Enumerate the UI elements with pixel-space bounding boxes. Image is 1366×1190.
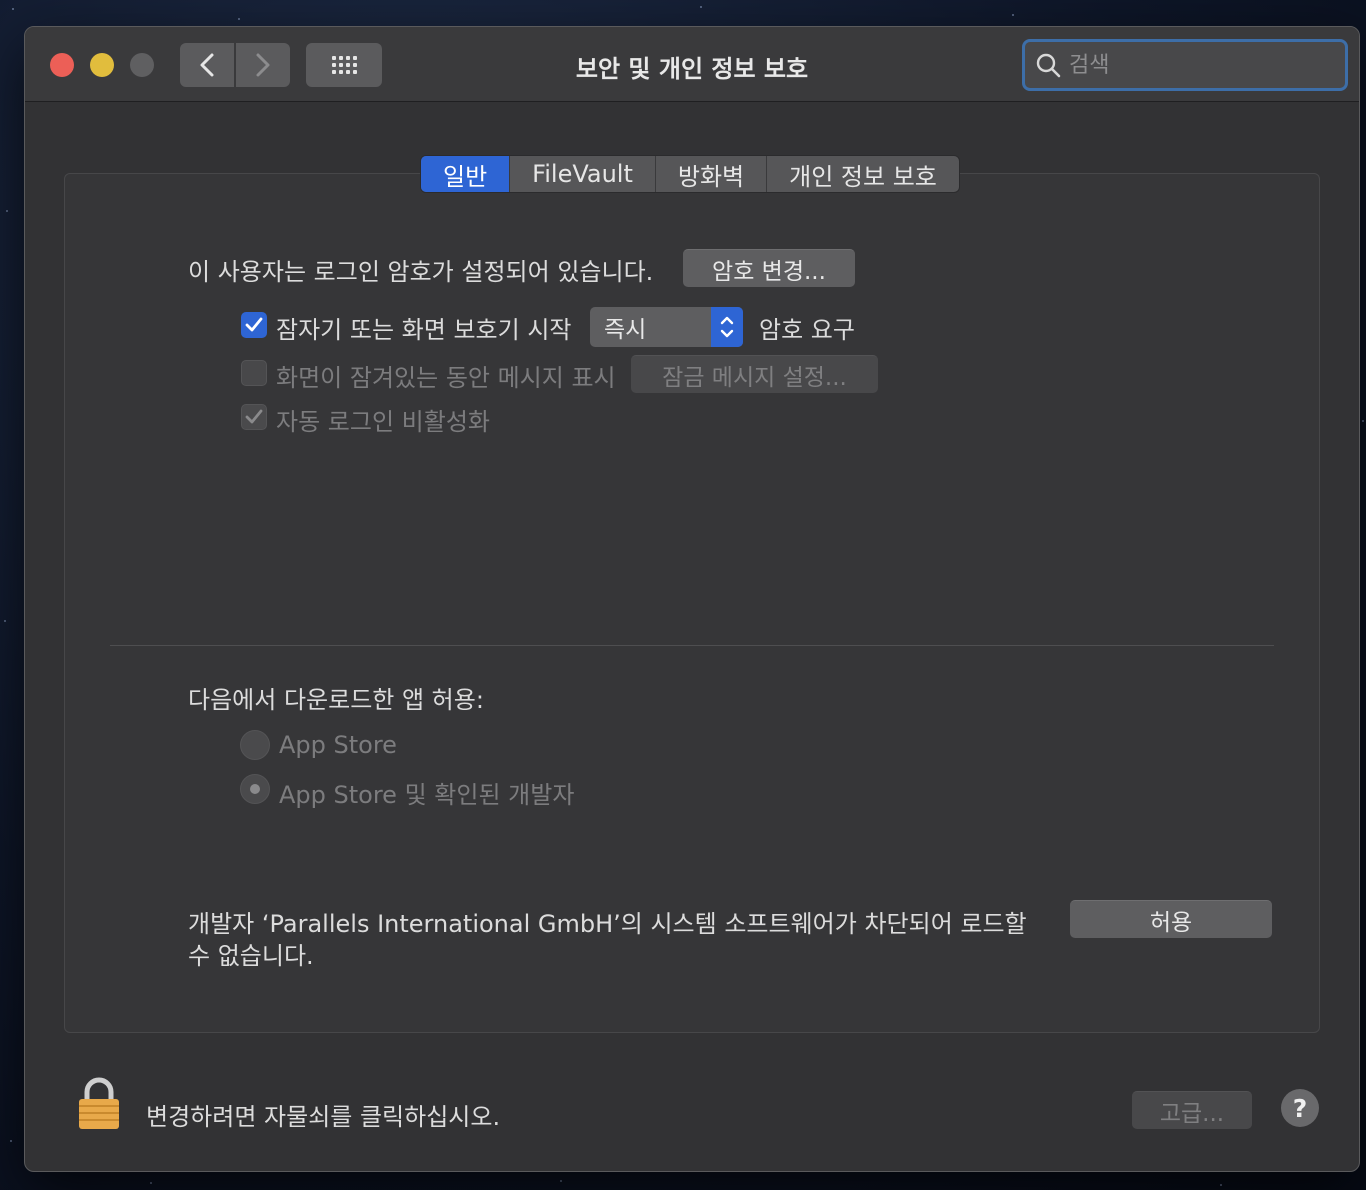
tab-general[interactable]: 일반 — [421, 156, 511, 192]
show-message-checkbox[interactable] — [241, 360, 267, 386]
set-lock-message-button[interactable]: 잠금 메시지 설정... — [631, 355, 878, 393]
system-preferences-window: 보안 및 개인 정보 보호 일반 FileVault 방화벽 개인 정보 보호 … — [24, 26, 1360, 1172]
tab-bar: 일반 FileVault 방화벽 개인 정보 보호 — [420, 155, 960, 193]
require-password-suffix: 암호 요구 — [759, 316, 855, 344]
radio-dot — [250, 784, 260, 794]
require-password-delay-select[interactable]: 즉시 — [590, 307, 743, 347]
radio-app-store[interactable] — [240, 730, 270, 760]
tab-filevault[interactable]: FileVault — [510, 156, 656, 192]
downloads-heading: 다음에서 다운로드한 앱 허용: — [188, 686, 484, 714]
radio-app-store-identified-label: App Store 및 확인된 개발자 — [279, 781, 575, 809]
blocked-software-message-cont: 수 없습니다. — [188, 942, 314, 970]
blocked-software-message: 개발자 ‘Parallels International GmbH’의 시스템 … — [188, 910, 1027, 938]
checkmark-icon — [245, 317, 263, 332]
radio-app-store-label: App Store — [279, 731, 397, 759]
advanced-button[interactable]: 고급... — [1132, 1091, 1252, 1129]
search-field[interactable] — [1022, 39, 1348, 91]
help-button[interactable]: ? — [1281, 1089, 1319, 1127]
checkmark-icon — [245, 409, 263, 424]
password-status-text: 이 사용자는 로그인 암호가 설정되어 있습니다. — [188, 258, 654, 286]
show-message-label: 화면이 잠겨있는 동안 메시지 표시 — [276, 364, 616, 392]
tab-firewall[interactable]: 방화벽 — [656, 156, 768, 192]
titlebar: 보안 및 개인 정보 보호 — [25, 27, 1359, 102]
select-value: 즉시 — [604, 317, 647, 343]
updown-arrows-icon — [711, 307, 743, 347]
search-icon — [1036, 53, 1061, 78]
general-panel: 이 사용자는 로그인 암호가 설정되어 있습니다. 암호 변경... 잠자기 또… — [64, 173, 1320, 1033]
lock-hint-text: 변경하려면 자물쇠를 클릭하십시오. — [146, 1103, 501, 1131]
disable-autologin-label: 자동 로그인 비활성화 — [276, 408, 490, 436]
lock-icon[interactable] — [77, 1075, 121, 1131]
allow-button[interactable]: 허용 — [1070, 900, 1272, 938]
require-password-checkbox[interactable] — [241, 312, 267, 338]
change-password-button[interactable]: 암호 변경... — [683, 249, 855, 287]
search-input[interactable] — [1069, 52, 1309, 78]
section-divider — [110, 645, 1274, 646]
tab-privacy[interactable]: 개인 정보 보호 — [767, 156, 959, 192]
require-password-label: 잠자기 또는 화면 보호기 시작 — [276, 316, 572, 344]
radio-app-store-identified[interactable] — [240, 774, 270, 804]
disable-autologin-checkbox[interactable] — [241, 404, 267, 430]
